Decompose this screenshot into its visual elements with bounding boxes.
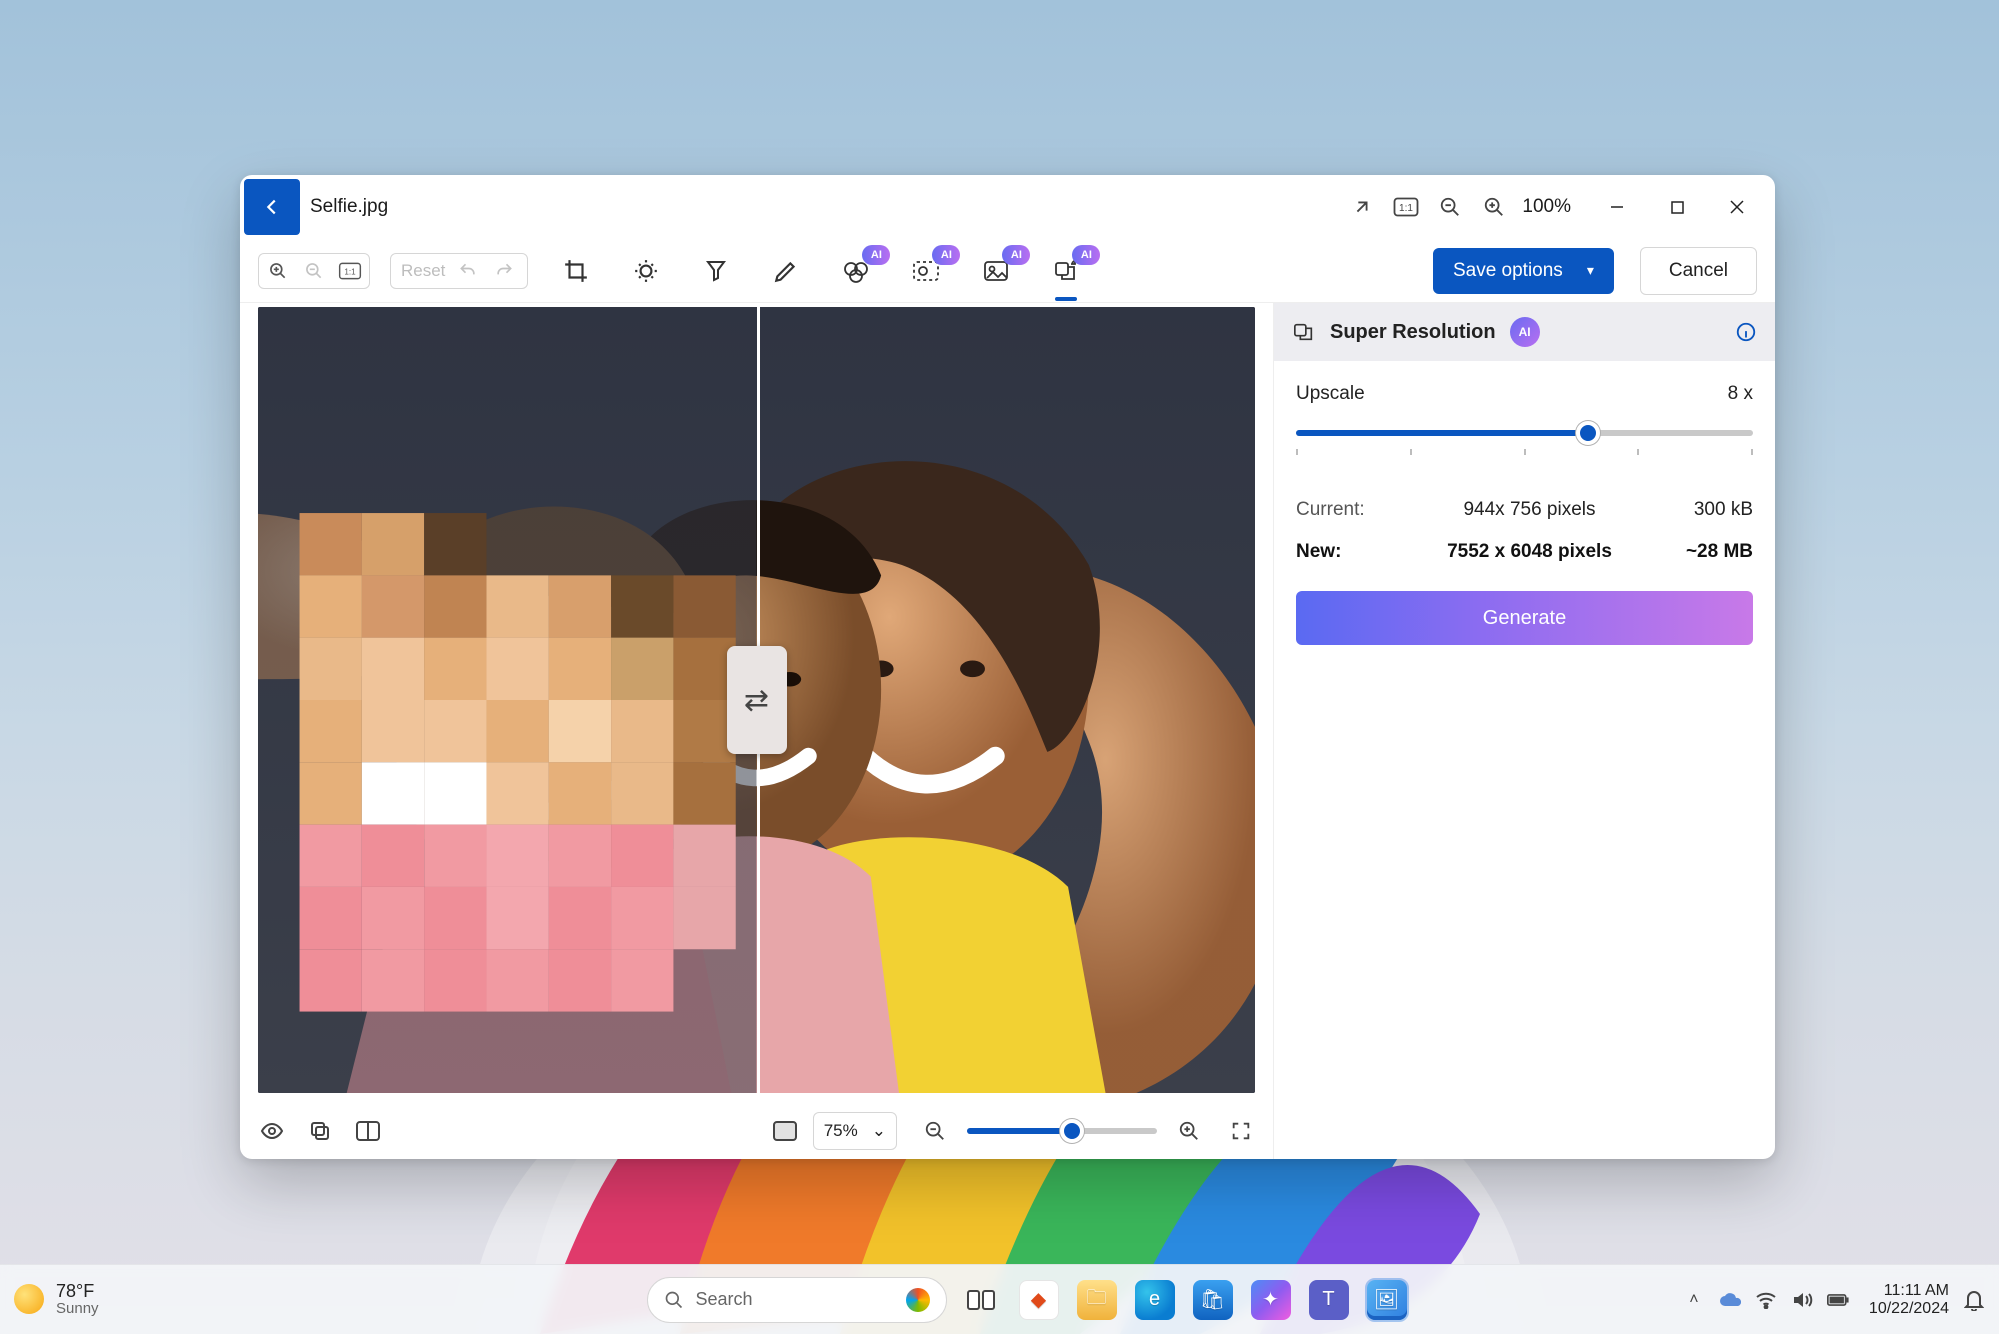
split-view-icon[interactable] [348, 1111, 388, 1151]
redo-icon[interactable] [491, 258, 517, 284]
upscale-slider[interactable] [1296, 419, 1753, 447]
ai-badge: AI [1510, 317, 1540, 347]
zoom-cluster: 1:1 [258, 253, 370, 289]
reset-label[interactable]: Reset [401, 261, 445, 281]
restyle-tool[interactable]: AI [968, 251, 1024, 291]
new-label: New: [1296, 541, 1416, 563]
search-highlight-icon [906, 1288, 930, 1312]
ai-badge: AI [1072, 245, 1100, 265]
crop-tool[interactable] [548, 251, 604, 291]
canvas-footer: 75% ⌄ [240, 1103, 1273, 1159]
back-button[interactable] [244, 179, 300, 235]
cancel-button[interactable]: Cancel [1640, 247, 1757, 295]
search-placeholder: Search [696, 1289, 753, 1310]
erase-tool[interactable]: AI [828, 251, 884, 291]
ai-badge: AI [1002, 245, 1030, 265]
notifications-icon[interactable] [1963, 1289, 1985, 1311]
photos-app[interactable]: 🖼 [1363, 1276, 1411, 1324]
weather-cond: Sunny [56, 1301, 99, 1317]
copilot-app[interactable]: ✦ [1247, 1276, 1295, 1324]
upscale-value: 8 x [1728, 383, 1753, 405]
zoom-slider-thumb[interactable] [1060, 1119, 1084, 1143]
background-tool[interactable]: AI [898, 251, 954, 291]
reset-cluster: Reset [390, 253, 528, 289]
tray-chevron-icon[interactable]: ˄ [1683, 1289, 1705, 1311]
filter-tool[interactable] [688, 251, 744, 291]
adjust-tool[interactable] [618, 251, 674, 291]
zoom-out-small-icon[interactable] [301, 258, 327, 284]
layers-icon[interactable] [300, 1111, 340, 1151]
svg-text:1:1: 1:1 [344, 267, 356, 276]
taskbar-search[interactable]: Search [647, 1277, 947, 1323]
close-button[interactable] [1707, 185, 1767, 229]
m365-app[interactable]: ◆ [1015, 1276, 1063, 1324]
chevron-down-icon: ⌄ [872, 1121, 886, 1141]
zoom-out-footer-icon[interactable] [915, 1111, 955, 1151]
save-options-button[interactable]: Save options ▾ [1433, 248, 1614, 294]
panel-header: Super Resolution AI [1274, 303, 1775, 361]
zoom-in-small-icon[interactable] [265, 258, 291, 284]
zoom-in-footer-icon[interactable] [1169, 1111, 1209, 1151]
chevron-down-icon: ▾ [1587, 262, 1594, 279]
weather-widget[interactable]: 78°F Sunny [14, 1282, 99, 1317]
volume-icon[interactable] [1791, 1289, 1813, 1311]
current-size: 300 kB [1643, 499, 1753, 521]
maximize-button[interactable] [1647, 185, 1707, 229]
current-label: Current: [1296, 499, 1416, 521]
wifi-icon[interactable] [1755, 1289, 1777, 1311]
super-resolution-icon [1292, 321, 1316, 343]
ai-badge: AI [932, 245, 960, 265]
generate-button[interactable]: Generate [1296, 591, 1753, 645]
titlebar: Selfie.jpg 1:1 100% [240, 175, 1775, 239]
taskbar: 78°F Sunny Search ◆ 🗀 e 🛍 ✦ T 🖼 [0, 1264, 1999, 1334]
markup-tool[interactable] [758, 251, 814, 291]
side-panel: Super Resolution AI Upscale 8 x [1273, 303, 1775, 1159]
onedrive-icon[interactable] [1719, 1289, 1741, 1311]
clock-date: 10/22/2024 [1869, 1300, 1949, 1318]
undo-icon[interactable] [455, 258, 481, 284]
super-resolution-tool[interactable]: AI [1038, 251, 1094, 291]
actual-size-icon[interactable]: 1:1 [1384, 185, 1428, 229]
minimize-button[interactable] [1587, 185, 1647, 229]
preview-eye-icon[interactable] [252, 1111, 292, 1151]
current-dims: 944x 756 pixels [1416, 499, 1643, 521]
weather-temp: 78°F [56, 1282, 99, 1301]
fit-screen-icon[interactable] [765, 1111, 805, 1151]
upscale-slider-thumb[interactable] [1576, 421, 1600, 445]
search-icon [664, 1290, 684, 1310]
new-size: ~28 MB [1643, 541, 1753, 563]
edge-app[interactable]: e [1131, 1276, 1179, 1324]
explorer-app[interactable]: 🗀 [1073, 1276, 1121, 1324]
ai-badge: AI [862, 245, 890, 265]
battery-icon[interactable] [1827, 1289, 1849, 1311]
save-options-label: Save options [1453, 260, 1563, 282]
zoom-slider[interactable] [967, 1128, 1157, 1134]
store-app[interactable]: 🛍 [1189, 1276, 1237, 1324]
sun-icon [14, 1284, 44, 1314]
upscale-label: Upscale [1296, 383, 1365, 405]
fit-icon[interactable]: 1:1 [337, 258, 363, 284]
new-dims: 7552 x 6048 pixels [1416, 541, 1643, 563]
edit-toolbar: 1:1 Reset AI [240, 239, 1775, 303]
taskbar-clock[interactable]: 11:11 AM 10/22/2024 [1869, 1282, 1949, 1317]
photos-editor-window: Selfie.jpg 1:1 100% [240, 175, 1775, 1159]
info-icon[interactable] [1735, 321, 1757, 343]
expand-canvas-icon[interactable] [1221, 1111, 1261, 1151]
zoom-select-value: 75% [824, 1121, 858, 1141]
zoom-select[interactable]: 75% ⌄ [813, 1112, 897, 1150]
filename-label: Selfie.jpg [310, 196, 388, 218]
image-canvas[interactable]: ⇄ [258, 307, 1255, 1093]
task-view-button[interactable] [957, 1276, 1005, 1324]
zoom-out-icon[interactable] [1428, 185, 1472, 229]
clock-time: 11:11 AM [1869, 1282, 1949, 1300]
svg-text:1:1: 1:1 [1399, 203, 1413, 214]
comparison-handle[interactable]: ⇄ [727, 646, 787, 754]
teams-app[interactable]: T [1305, 1276, 1353, 1324]
fullscreen-icon[interactable] [1340, 185, 1384, 229]
start-button[interactable] [589, 1276, 637, 1324]
zoom-percent-label: 100% [1522, 196, 1571, 218]
zoom-in-icon[interactable] [1472, 185, 1516, 229]
panel-title: Super Resolution [1330, 321, 1496, 344]
